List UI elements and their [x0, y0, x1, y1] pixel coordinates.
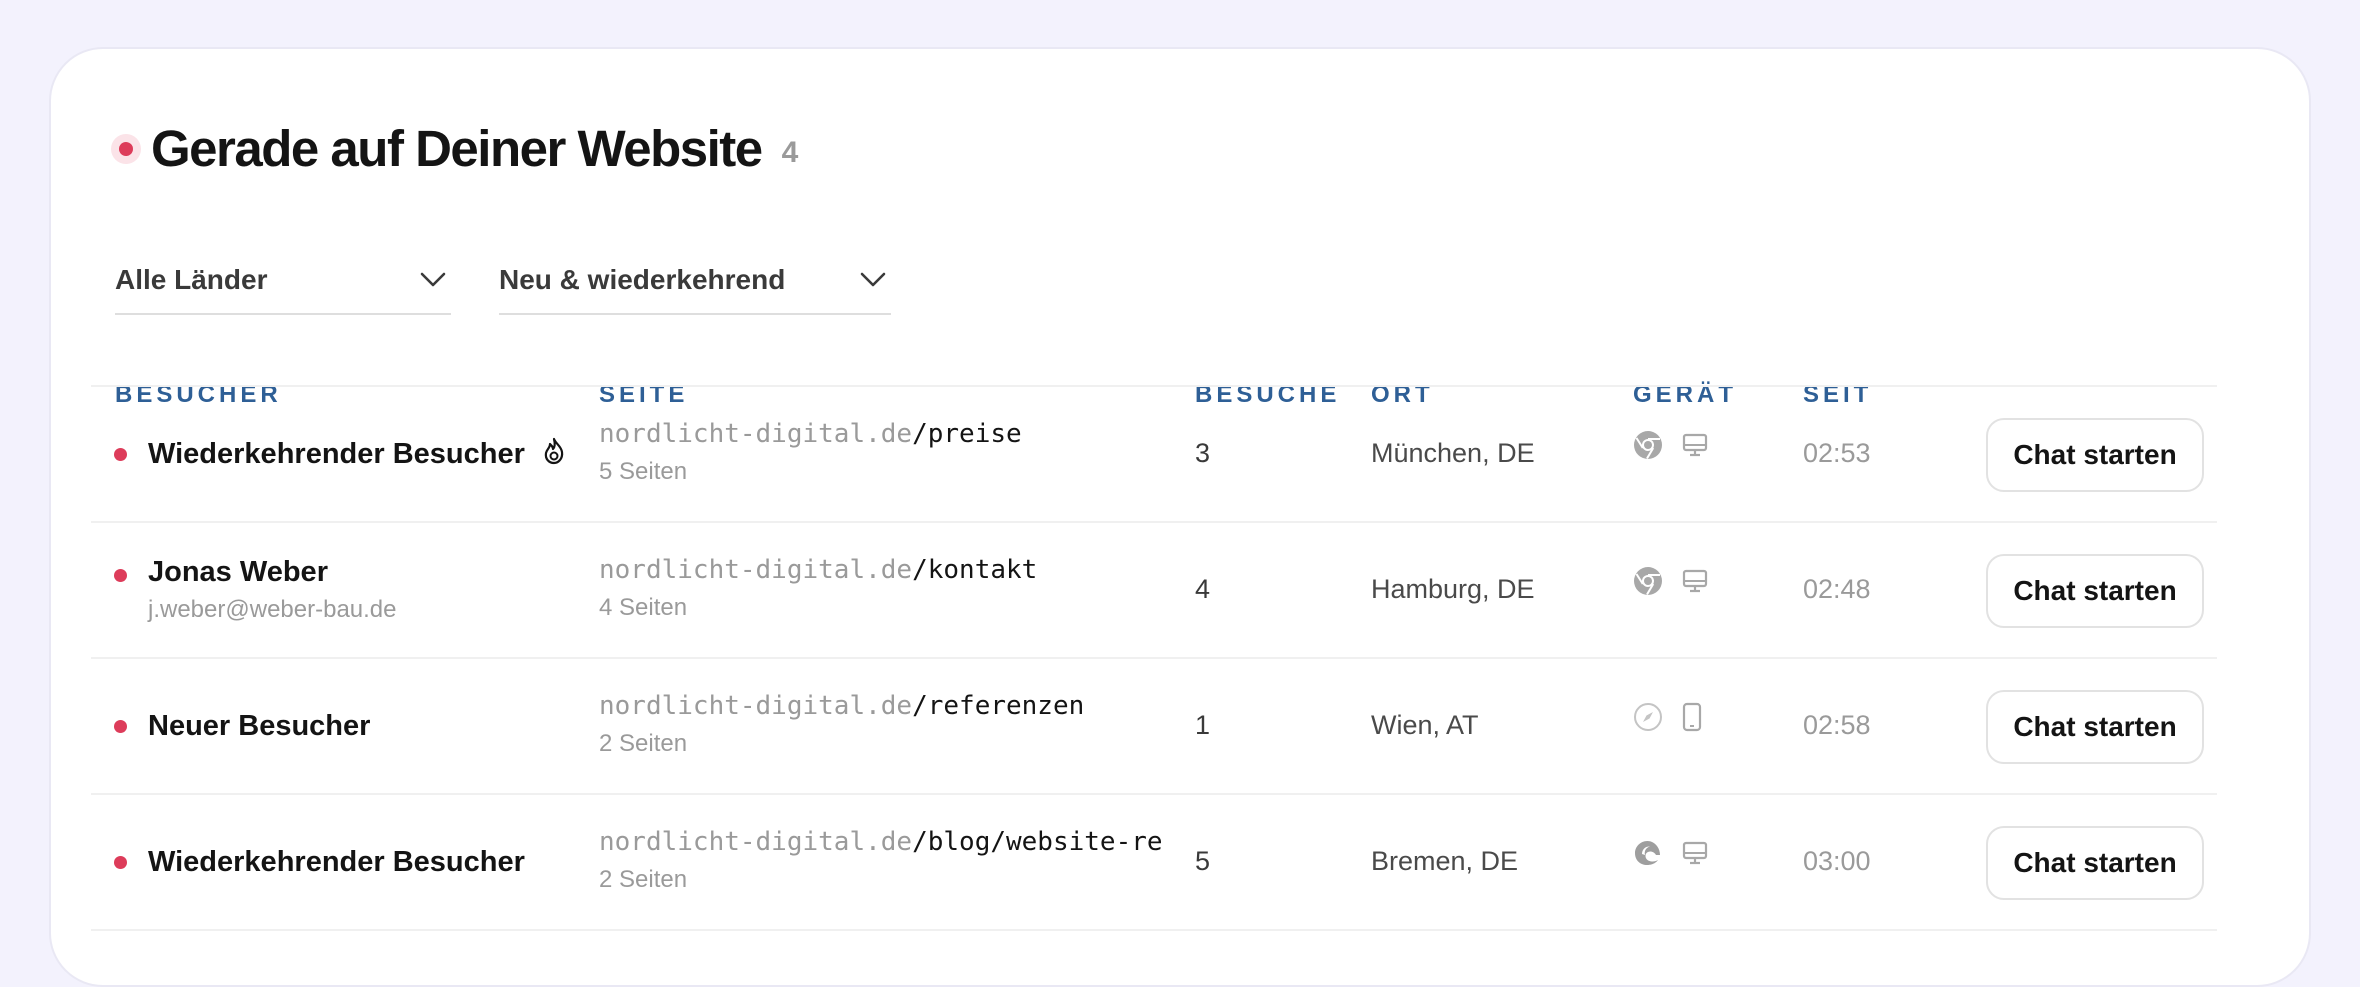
chevron-down-icon [420, 272, 446, 287]
device-info [1633, 430, 1709, 460]
device-info [1633, 566, 1709, 596]
page-path: /preise [912, 419, 1022, 449]
page-path: /kontakt [912, 555, 1038, 585]
live-visitors-card: Gerade auf Deiner Website 4 Alle Länder … [49, 47, 2311, 987]
page-domain: nordlicht-digital.de [599, 691, 913, 721]
page-domain: nordlicht-digital.de [599, 555, 913, 585]
visitor-name: Wiederkehrender Besucher [148, 438, 525, 470]
visit-duration: 03:00 [1803, 846, 1871, 876]
table-row: Wiederkehrender Besucher nordlicht-digit… [51, 388, 2313, 522]
online-status-dot [114, 856, 127, 869]
start-chat-button[interactable]: Chat starten [1986, 690, 2204, 764]
edge-icon [1635, 841, 1660, 865]
table-row: Neuer Besucher nordlicht-digital.de/refe… [51, 660, 2313, 794]
visitor-location: Bremen, DE [1371, 846, 1519, 876]
row-divider [91, 929, 2217, 931]
visitor-location: Wien, AT [1371, 710, 1479, 740]
visitor-name: Neuer Besucher [148, 710, 371, 742]
visit-duration: 02:53 [1803, 438, 1871, 468]
page-title: Gerade auf Deiner Website [151, 120, 763, 177]
flame-icon [544, 437, 564, 465]
visitor-email: j.weber@weber-bau.de [148, 596, 397, 623]
row-divider [91, 793, 2217, 795]
card-header: Gerade auf Deiner Website 4 [111, 119, 798, 178]
online-status-dot [114, 569, 127, 582]
device-info [1633, 702, 1703, 732]
page-count: 2 Seiten [599, 730, 688, 757]
chrome-icon [1634, 567, 1662, 596]
visit-count: 3 [1195, 438, 1211, 468]
country-filter-select[interactable]: Alle Länder [115, 259, 451, 315]
visit-count: 5 [1195, 846, 1211, 876]
mobile-icon [1682, 702, 1702, 732]
country-filter-value: Alle Länder [115, 264, 268, 295]
row-divider [91, 657, 2217, 659]
filter-bar: Alle Länder Neu & wiederkehrend [115, 259, 891, 315]
visited-page-url[interactable]: nordlicht-digital.de/blog/website-rel… [599, 827, 1163, 857]
visited-page-url[interactable]: nordlicht-digital.de/kontakt [599, 555, 1037, 585]
page-count: 2 Seiten [599, 866, 688, 893]
visitor-location: München, DE [1371, 438, 1535, 468]
table-row: Jonas Weber j.weber@weber-bau.de nordlic… [51, 524, 2313, 658]
page-count: 5 Seiten [599, 458, 688, 485]
visitor-location: Hamburg, DE [1371, 574, 1535, 604]
online-status-dot [114, 720, 127, 733]
visited-page-url[interactable]: nordlicht-digital.de/referenzen [599, 691, 1084, 721]
chrome-icon [1634, 431, 1662, 460]
device-info [1633, 838, 1709, 868]
page-path: /blog/website-rel… [912, 827, 1163, 857]
desktop-icon [1682, 841, 1708, 865]
visit-count: 1 [1195, 710, 1211, 740]
online-status-dot [114, 448, 127, 461]
start-chat-button[interactable]: Chat starten [1986, 826, 2204, 900]
start-chat-button[interactable]: Chat starten [1986, 554, 2204, 628]
page-count: 4 Seiten [599, 594, 688, 621]
row-divider [91, 385, 2217, 387]
visit-duration: 02:58 [1803, 710, 1871, 740]
visitor-name: Wiederkehrender Besucher [148, 846, 525, 878]
visitor-count: 4 [781, 135, 799, 169]
visit-count: 4 [1195, 574, 1211, 604]
visitor-type-filter-select[interactable]: Neu & wiederkehrend [499, 259, 891, 315]
row-divider [91, 521, 2217, 523]
visit-duration: 02:48 [1803, 574, 1871, 604]
safari-icon [1634, 703, 1662, 731]
desktop-icon [1682, 433, 1708, 457]
visited-page-url[interactable]: nordlicht-digital.de/preise [599, 419, 1022, 449]
page-domain: nordlicht-digital.de [599, 419, 913, 449]
start-chat-button[interactable]: Chat starten [1986, 418, 2204, 492]
live-indicator [111, 133, 141, 164]
visitor-type-filter-value: Neu & wiederkehrend [499, 264, 786, 295]
desktop-icon [1682, 569, 1708, 593]
page-domain: nordlicht-digital.de [599, 827, 913, 857]
table-row: Wiederkehrender Besucher nordlicht-digit… [51, 796, 2313, 930]
page-path: /referenzen [912, 691, 1085, 721]
chevron-down-icon [860, 272, 886, 287]
visitor-name: Jonas Weber [148, 556, 328, 588]
